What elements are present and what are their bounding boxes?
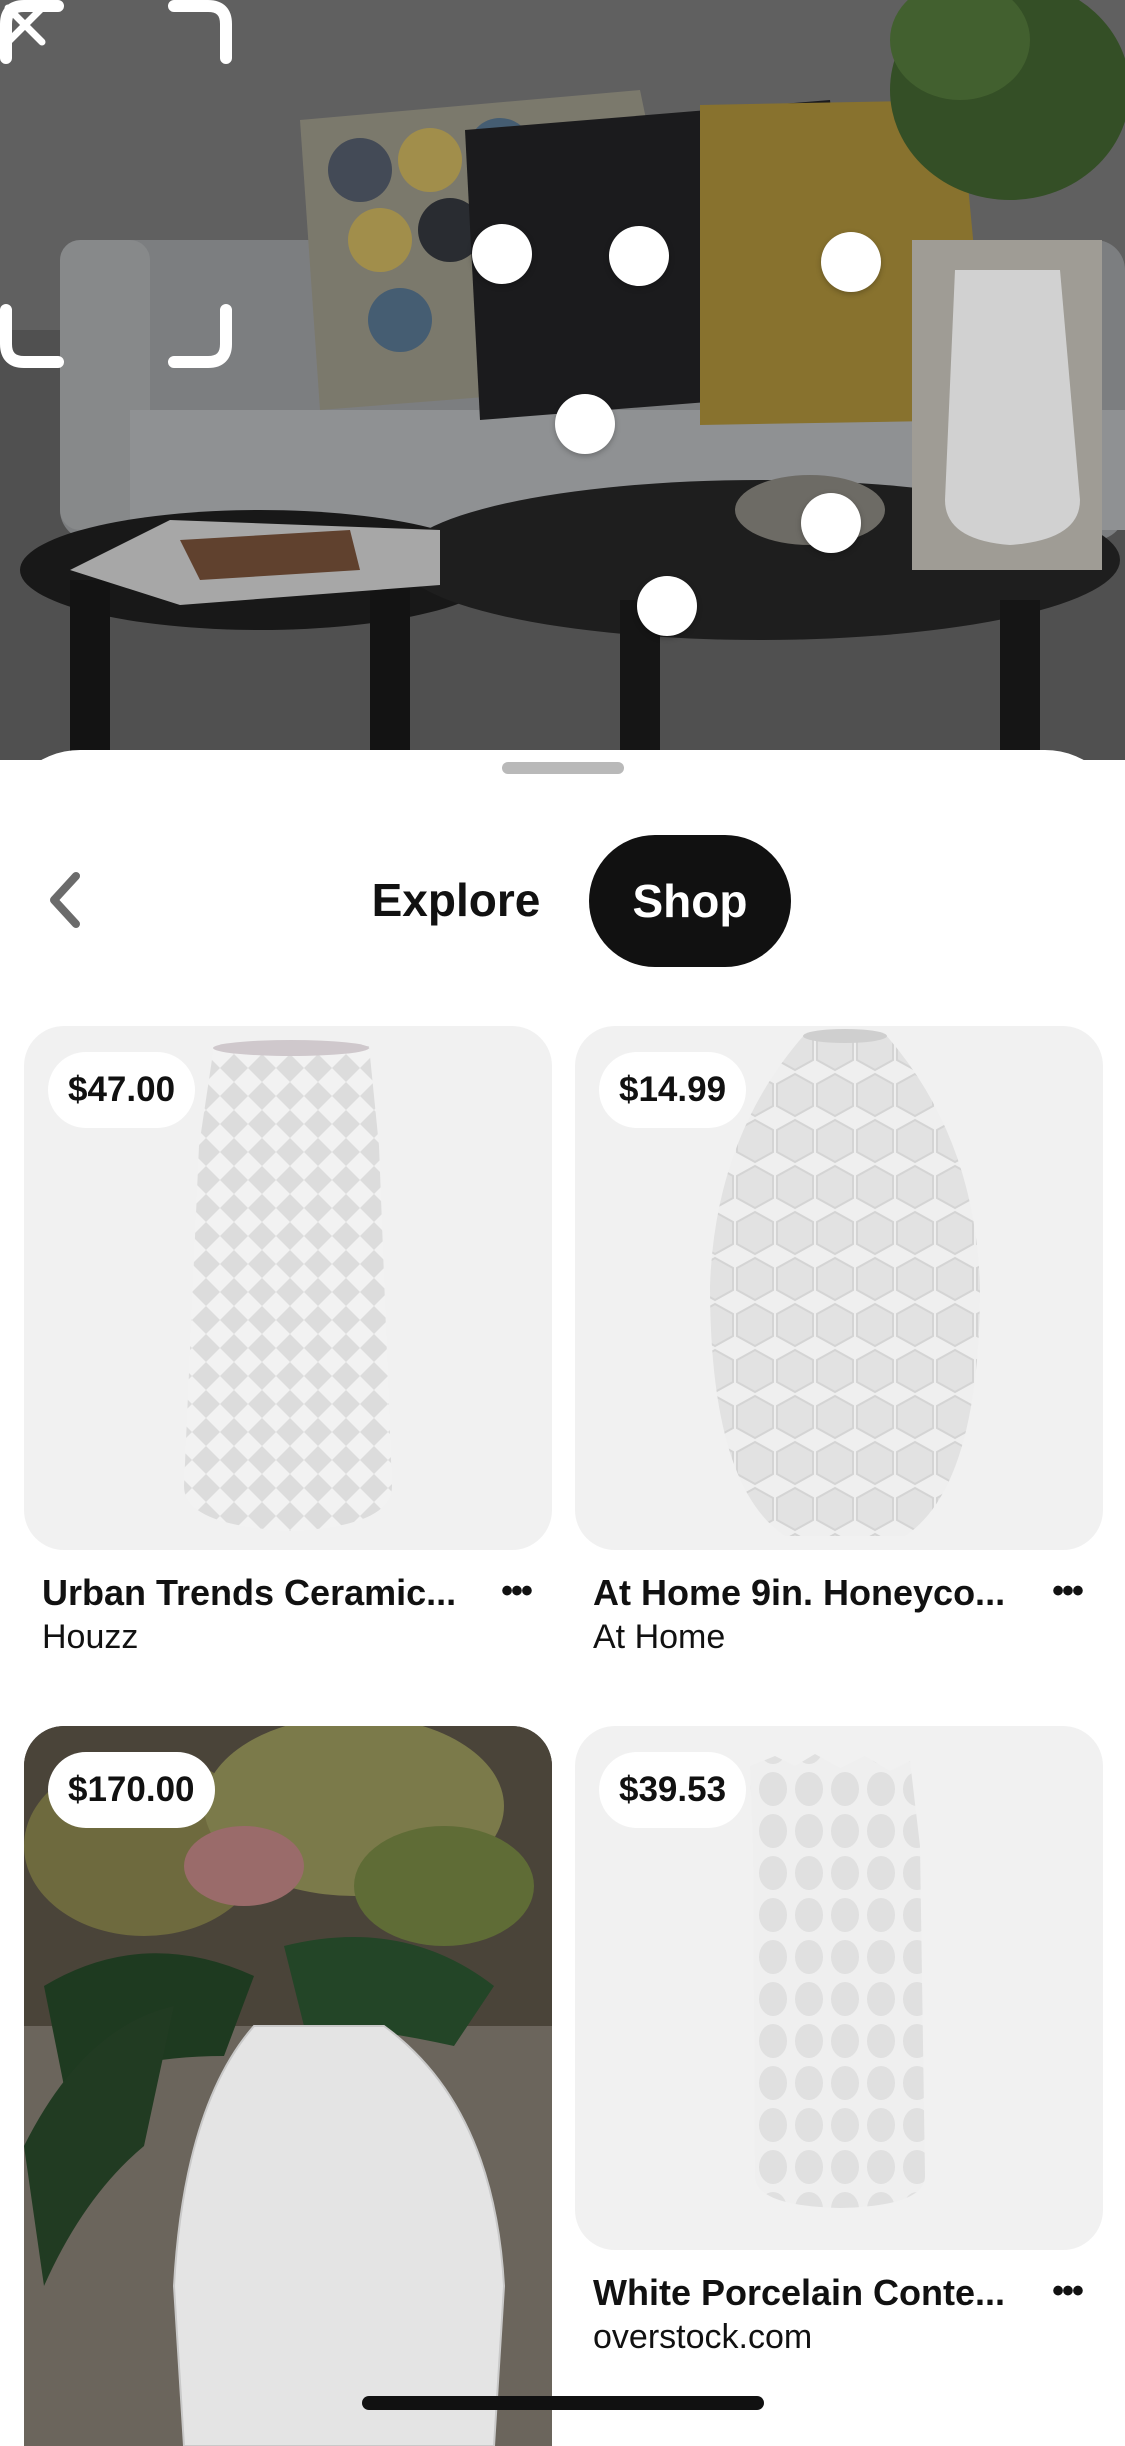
sheet-drag-handle[interactable] xyxy=(502,762,624,774)
hotspot-dot[interactable] xyxy=(821,232,881,292)
product-image[interactable] xyxy=(24,1726,552,2446)
hotspot-dot[interactable] xyxy=(637,576,697,636)
product-title[interactable]: White Porcelain Conte... xyxy=(593,2272,1033,2314)
product-title[interactable]: At Home 9in. Honeyco... xyxy=(593,1572,1033,1614)
tab-explore[interactable]: Explore xyxy=(356,870,556,930)
hotspot-dot[interactable] xyxy=(555,394,615,454)
scene-photo xyxy=(0,0,1125,760)
home-indicator xyxy=(362,2396,764,2410)
more-horizontal-icon[interactable]: ••• xyxy=(1043,1572,1091,1612)
product-source: At Home xyxy=(593,1618,726,1656)
hotspot-dot[interactable] xyxy=(472,224,532,284)
chevron-left-icon[interactable] xyxy=(40,868,96,932)
hotspot-dot[interactable] xyxy=(609,226,669,286)
tab-shop[interactable]: Shop xyxy=(589,835,791,967)
price-badge: $14.99 xyxy=(599,1052,747,1128)
hotspot-dot[interactable] xyxy=(801,493,861,553)
selected-vase-crop[interactable] xyxy=(0,0,232,368)
price-badge: $39.53 xyxy=(599,1752,747,1828)
product-source: Houzz xyxy=(42,1618,139,1656)
more-horizontal-icon[interactable]: ••• xyxy=(1043,2272,1091,2312)
price-badge: $170.00 xyxy=(48,1752,215,1828)
product-title[interactable]: Urban Trends Ceramic... xyxy=(42,1572,482,1614)
price-badge: $47.00 xyxy=(48,1052,196,1128)
more-horizontal-icon[interactable]: ••• xyxy=(492,1572,540,1612)
close-icon[interactable] xyxy=(0,0,50,50)
product-source: overstock.com xyxy=(593,2318,813,2356)
results-sheet: Explore Shop $47.00 Urban Trends Ceramic… xyxy=(0,750,1125,2446)
